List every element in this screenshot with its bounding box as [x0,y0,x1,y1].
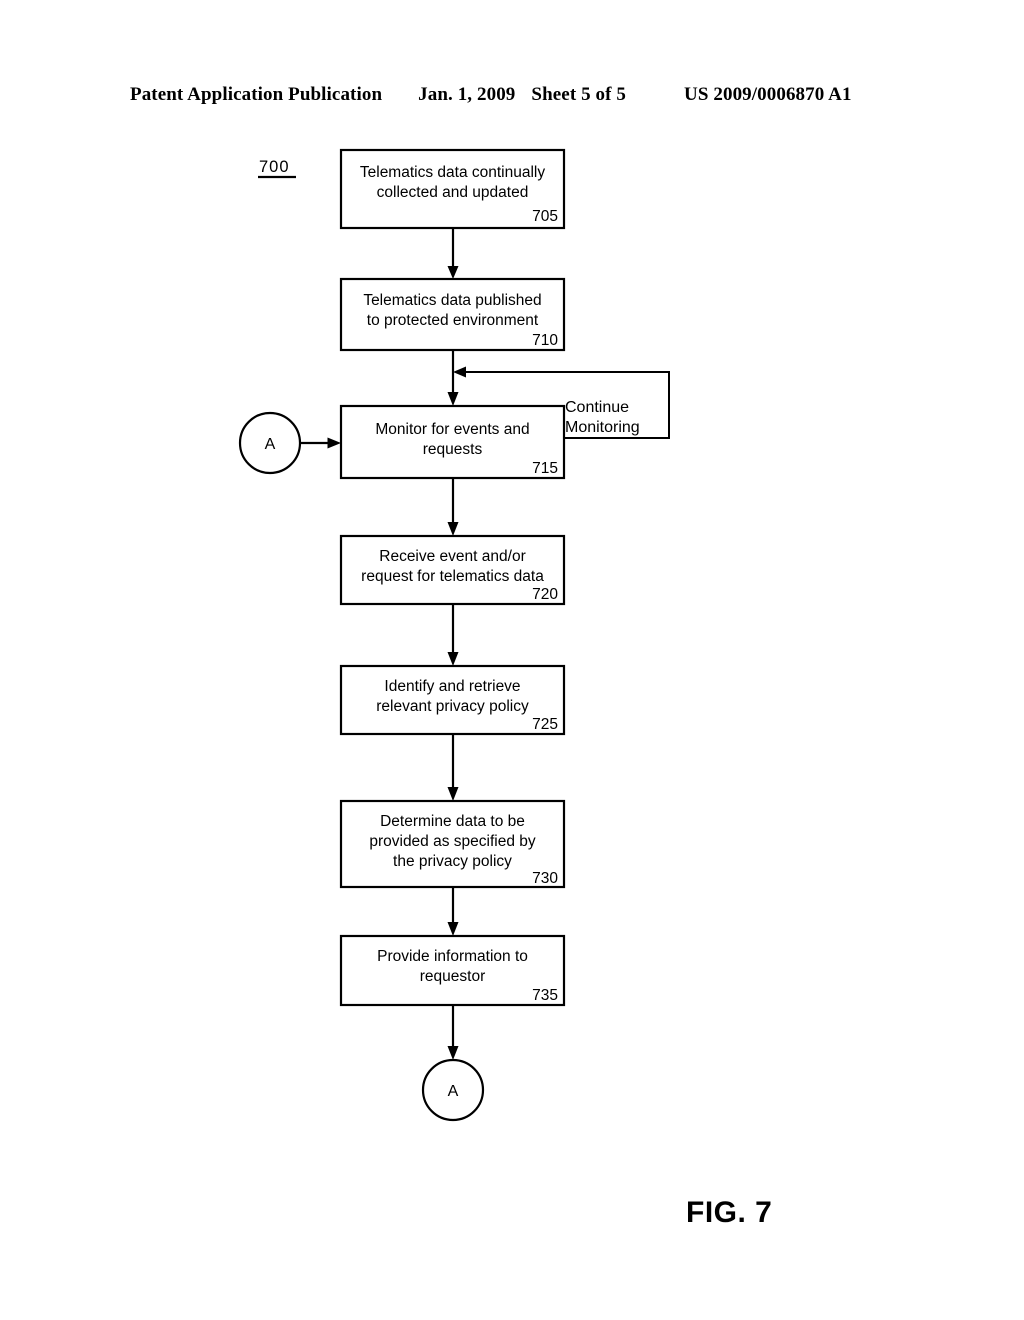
flow-box-715-ref: 715 [532,460,558,477]
arrow-720-to-725 [447,604,459,666]
flow-box-735-line-1: Provide information to [377,948,528,965]
flow-box-705-ref: 705 [532,208,558,225]
flow-box-710-line-1: Telematics data published [363,292,541,309]
connector-a-bottom[interactable]: A [421,1058,485,1122]
flow-box-705[interactable]: Telematics data continually collected an… [339,148,566,230]
flow-box-710-ref: 710 [532,332,558,349]
arrow-715-to-720 [447,478,459,536]
flow-box-720-line-2: request for telematics data [361,568,544,585]
flow-box-730[interactable]: Determine data to be provided as specifi… [339,799,566,889]
flow-box-730-ref: 730 [532,870,558,887]
arrow-730-to-735 [447,887,459,936]
flow-box-715-line-1: Monitor for events and [375,421,529,438]
diagram-label-text: 700 [259,158,290,176]
flow-box-720-line-1: Receive event and/or [379,548,525,565]
flow-box-735-ref: 735 [532,987,558,1004]
flow-box-710[interactable]: Telematics data published to protected e… [339,277,566,352]
connector-a-top-label: A [265,436,276,453]
flow-box-725-line-2: relevant privacy policy [376,698,529,715]
connector-a-bottom-label: A [448,1083,459,1100]
loop-label-line-2: Monitoring [565,419,640,436]
flow-box-710-line-2: to protected environment [367,312,539,329]
flow-box-715[interactable]: Monitor for events and requests 715 [339,404,566,480]
diagram-label-700: 700 [258,158,296,179]
flow-box-705-line-2: collected and updated [377,184,529,201]
flow-box-730-line-1: Determine data to be [380,813,525,830]
flow-box-730-line-2: provided as specified by [369,833,536,850]
flow-box-725-line-1: Identify and retrieve [384,678,520,695]
flow-box-720[interactable]: Receive event and/or request for telemat… [339,534,566,606]
loop-label-line-1: Continue [565,399,629,416]
connector-a-top-arrowhead [327,437,341,449]
arrow-705-to-710 [447,228,459,279]
connector-a-top[interactable]: A [238,411,341,475]
flow-box-735-line-2: requestor [420,968,485,985]
flow-box-725[interactable]: Identify and retrieve relevant privacy p… [339,664,566,736]
flow-box-720-ref: 720 [532,586,558,603]
flow-box-705-line-1: Telematics data continually [360,164,545,181]
flowchart-diagram: 700 Telematics data continually collecte… [238,148,670,1122]
flow-box-715-line-2: requests [423,441,483,458]
figure-caption: FIG. 7 [686,1196,773,1229]
flow-box-725-ref: 725 [532,716,558,733]
flow-box-730-line-3: the privacy policy [393,853,512,870]
arrow-725-to-730 [447,734,459,801]
flow-box-735[interactable]: Provide information to requestor 735 [339,934,566,1007]
arrow-710-to-715 [447,350,459,406]
arrow-735-to-connector-a [447,1005,459,1060]
